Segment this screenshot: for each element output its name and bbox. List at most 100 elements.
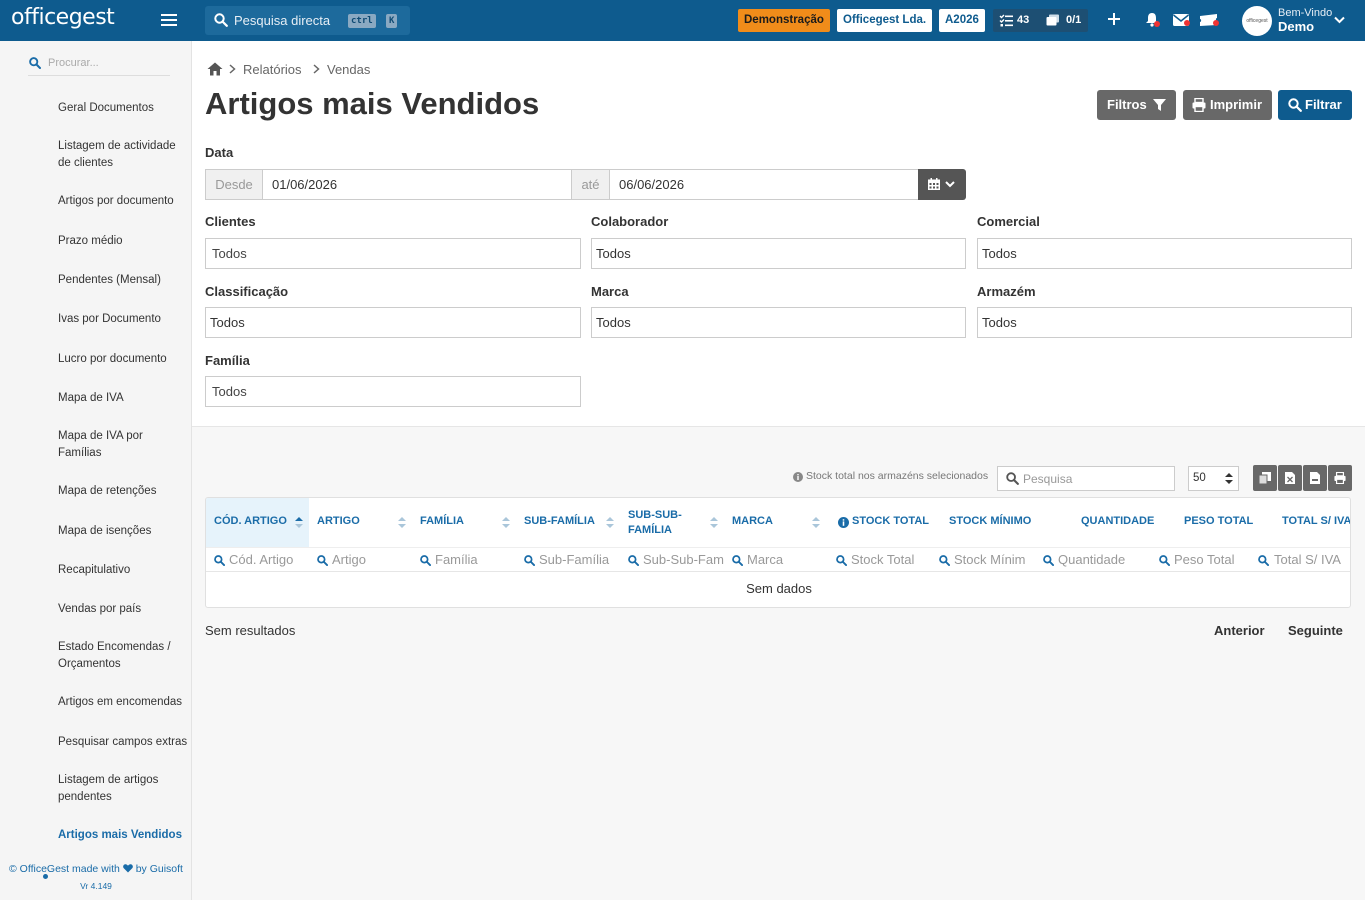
- breadcrumb-vendas[interactable]: Vendas: [327, 62, 370, 77]
- filter-total-sem-iva-input[interactable]: Total S/ IVA: [1243, 547, 1350, 572]
- pdf-export-button[interactable]: [1303, 465, 1327, 491]
- filter-artigo-input[interactable]: Artigo: [309, 547, 412, 572]
- global-search[interactable]: Pesquisa directa ctrl K: [205, 6, 410, 35]
- documents-count[interactable]: 0/1: [1066, 14, 1081, 26]
- demo-badge[interactable]: Demonstração: [738, 9, 830, 32]
- sidebar-item-mapa-iva-familias[interactable]: Mapa de IVA por Famílias: [58, 428, 158, 462]
- notifications-button[interactable]: [1145, 12, 1160, 32]
- sidebar-item-mapa-retencoes[interactable]: Mapa de retenções: [58, 483, 190, 500]
- filter-stock-total-input[interactable]: Stock Total: [828, 547, 931, 572]
- tasks-icon[interactable]: [999, 14, 1013, 27]
- column-header-artigo[interactable]: ARTIGO: [309, 498, 412, 547]
- info-icon: [793, 472, 803, 482]
- sidebar-item-campos-extras[interactable]: Pesquisar campos extras: [58, 734, 190, 751]
- table-print-button[interactable]: [1328, 465, 1352, 491]
- chevron-down-icon[interactable]: [1334, 16, 1345, 24]
- plus-icon[interactable]: [1108, 13, 1120, 25]
- marca-select[interactable]: Todos: [591, 307, 966, 338]
- sidebar-item-actividade-clientes[interactable]: Listagem de actividade de clientes: [58, 138, 190, 172]
- print-button[interactable]: Imprimir: [1183, 90, 1272, 120]
- menu-toggle-icon[interactable]: [161, 14, 177, 27]
- sidebar-item-vendas-pais[interactable]: Vendas por país: [58, 601, 190, 618]
- date-from-input[interactable]: 01/06/2026: [262, 169, 572, 200]
- filter-button[interactable]: Filtrar: [1278, 90, 1352, 120]
- messages-dot: [1184, 20, 1190, 26]
- chevron-right-icon: [313, 64, 320, 74]
- filter-placeholder: Artigo: [332, 552, 366, 567]
- sidebar-item-pendentes-mensal[interactable]: Pendentes (Mensal): [58, 272, 190, 289]
- sidebar-item-artigos-pendentes[interactable]: Listagem de artigos pendentes: [58, 772, 178, 806]
- column-header-familia[interactable]: FAMÍLIA: [412, 498, 516, 547]
- tasks-count[interactable]: 43: [1017, 14, 1029, 26]
- column-header-total-sem-iva[interactable]: TOTAL S/ IVA: [1243, 498, 1350, 547]
- search-icon: [214, 555, 225, 566]
- messages-button[interactable]: [1173, 13, 1190, 31]
- armazem-select[interactable]: Todos: [977, 307, 1352, 338]
- tickets-button[interactable]: [1200, 13, 1219, 31]
- sidebar-item-recapitulativo[interactable]: Recapitulativo: [58, 562, 190, 579]
- sidebar-item-prazo-medio[interactable]: Prazo médio: [58, 233, 190, 250]
- sidebar-item-ivas-documento[interactable]: Ivas por Documento: [58, 311, 190, 328]
- sidebar-item-artigos-mais-vendidos[interactable]: Artigos mais Vendidos: [58, 827, 190, 844]
- column-header-stock-minimo[interactable]: STOCK MÍNIMO: [931, 498, 1035, 547]
- filter-stock-minimo-input[interactable]: Stock Mínim: [931, 547, 1035, 572]
- search-icon: [1006, 472, 1019, 485]
- breadcrumb-relatorios[interactable]: Relatórios: [243, 62, 302, 77]
- column-header-cod-artigo[interactable]: CÓD. ARTIGO: [206, 498, 309, 547]
- filter-quantidade-input[interactable]: Quantidade: [1035, 547, 1139, 572]
- year-badge[interactable]: A2026: [939, 9, 985, 32]
- copy-button[interactable]: [1253, 465, 1277, 491]
- user-name[interactable]: Demo: [1278, 19, 1314, 34]
- footer-suffix[interactable]: by Guisoft: [136, 863, 183, 875]
- column-header-peso-total[interactable]: PESO TOTAL: [1139, 498, 1253, 547]
- date-picker-button[interactable]: [918, 169, 966, 200]
- notification-dot: [1154, 21, 1160, 27]
- sidebar-item-estado-encomendas[interactable]: Estado Encomendas / Orçamentos: [58, 639, 190, 673]
- classificacao-select[interactable]: Todos: [205, 307, 581, 338]
- sidebar-item-mapa-isencoes[interactable]: Mapa de isenções: [58, 523, 190, 540]
- company-badge[interactable]: Officegest Lda.: [837, 9, 933, 32]
- familia-select[interactable]: Todos: [205, 376, 581, 407]
- filter-marca-input[interactable]: Marca: [724, 547, 828, 572]
- sidebar-item-artigos-encomendas[interactable]: Artigos em encomendas: [58, 694, 190, 711]
- filter-sub-sub-familia-input[interactable]: Sub-Sub-Fam: [620, 547, 724, 572]
- app-logo[interactable]: officegest: [11, 5, 115, 30]
- search-icon: [1159, 555, 1170, 566]
- column-header-quantidade[interactable]: QUANTIDADE: [1035, 498, 1154, 547]
- excel-icon: [1285, 472, 1295, 484]
- avatar[interactable]: officegest: [1242, 6, 1272, 36]
- counters-group: 43 0/1: [993, 9, 1088, 32]
- column-header-sub-familia[interactable]: SUB-FAMÍLIA: [516, 498, 620, 547]
- home-icon[interactable]: [207, 62, 223, 76]
- search-icon: [29, 57, 41, 69]
- sort-icon: [812, 517, 820, 528]
- chevron-down-icon: [945, 181, 955, 188]
- colaborador-select[interactable]: Todos: [591, 238, 966, 269]
- sidebar-item-artigos-documento[interactable]: Artigos por documento: [58, 193, 190, 210]
- column-header-stock-total[interactable]: STOCK TOTAL: [828, 498, 931, 547]
- next-page-button[interactable]: Seguinte: [1288, 623, 1343, 638]
- column-header-marca[interactable]: MARCA: [724, 498, 828, 547]
- previous-page-button[interactable]: Anterior: [1214, 623, 1265, 638]
- sidebar-search-input[interactable]: Procurar...: [28, 52, 170, 76]
- sort-asc-icon: [295, 517, 303, 528]
- filter-familia-input[interactable]: Família: [412, 547, 516, 572]
- sidebar-item-geral-documentos[interactable]: Geral Documentos: [58, 100, 190, 117]
- clientes-select[interactable]: Todos: [205, 238, 581, 269]
- filter-sub-familia-input[interactable]: Sub-Família: [516, 547, 620, 572]
- filter-placeholder: Cód. Artigo: [229, 552, 294, 567]
- search-icon: [420, 555, 431, 566]
- excel-export-button[interactable]: [1278, 465, 1302, 491]
- search-icon: [836, 555, 847, 566]
- filter-cod-artigo-input[interactable]: Cód. Artigo: [206, 547, 309, 572]
- documents-icon[interactable]: [1046, 14, 1060, 26]
- column-header-sub-sub-familia[interactable]: SUB-SUB-FAMÍLIA: [620, 498, 724, 547]
- filter-peso-total-input[interactable]: Peso Total: [1139, 547, 1243, 572]
- date-to-input[interactable]: 06/06/2026: [609, 169, 919, 200]
- sidebar-item-mapa-iva[interactable]: Mapa de IVA: [58, 390, 190, 407]
- page-size-select[interactable]: 50: [1188, 466, 1239, 491]
- table-search-input[interactable]: Pesquisa: [997, 466, 1175, 491]
- comercial-select[interactable]: Todos: [977, 238, 1352, 269]
- filters-button[interactable]: Filtros: [1097, 90, 1176, 120]
- sidebar-item-lucro-documento[interactable]: Lucro por documento: [58, 351, 190, 368]
